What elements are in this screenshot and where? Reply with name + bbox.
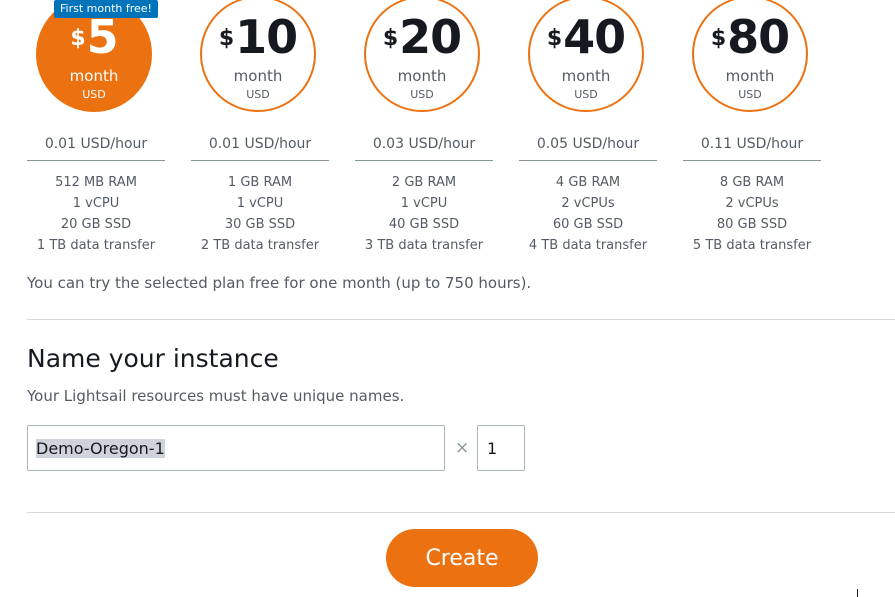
plan-option-40[interactable]: $40 month USD 0.05 USD/hour 4 GB RAM 2 v… [519, 0, 657, 256]
instance-plan-page: $5 month USD First month free! 0.01 USD/… [0, 0, 895, 597]
ssd-spec: 60 GB SSD [552, 217, 624, 232]
price-period: month [561, 67, 611, 85]
free-month-badge: First month free! [54, 0, 158, 18]
plan-specs: 512 MB RAM 1 vCPU 20 GB SSD 1 TB data tr… [27, 172, 165, 256]
currency-symbol: $ [218, 26, 234, 51]
currency-symbol: $ [546, 26, 562, 51]
price-unit: USD [410, 88, 434, 101]
plan-option-10[interactable]: $10 month USD 0.01 USD/hour 1 GB RAM 1 v… [191, 0, 329, 256]
plan-circle-wrap: $80 month USD [683, 0, 821, 118]
plan-specs: 1 GB RAM 1 vCPU 30 GB SSD 2 TB data tran… [191, 172, 329, 256]
plan-specs: 2 GB RAM 1 vCPU 40 GB SSD 3 TB data tran… [355, 172, 493, 256]
hourly-rate: 0.03 USD/hour [355, 134, 493, 161]
free-trial-note: You can try the selected plan free for o… [27, 274, 532, 292]
instance-name-input[interactable] [27, 425, 445, 471]
multiplier-sign: × [455, 438, 470, 458]
section-divider [27, 512, 895, 513]
price-period: month [397, 67, 447, 85]
transfer-spec: 1 TB data transfer [36, 238, 156, 253]
price-unit: USD [574, 88, 598, 101]
ssd-spec: 40 GB SSD [388, 217, 460, 232]
price-amount: 80 [727, 10, 790, 64]
cpu-spec: 1 vCPU [236, 196, 284, 211]
plan-price: $5 [38, 14, 150, 60]
plan-option-20[interactable]: $20 month USD 0.03 USD/hour 2 GB RAM 1 v… [355, 0, 493, 256]
price-unit: USD [246, 88, 270, 101]
ram-spec: 1 GB RAM [227, 175, 293, 190]
create-button[interactable]: Create [386, 529, 538, 587]
ram-spec: 2 GB RAM [391, 175, 457, 190]
price-period: month [233, 67, 283, 85]
plan-specs: 8 GB RAM 2 vCPUs 80 GB SSD 5 TB data tra… [683, 172, 821, 256]
plan-circle[interactable]: $40 month USD [528, 0, 644, 112]
transfer-spec: 4 TB data transfer [528, 238, 648, 253]
price-amount: 10 [235, 10, 298, 64]
plan-price: $40 [530, 14, 642, 60]
plan-circle[interactable]: $20 month USD [364, 0, 480, 112]
hourly-rate: 0.05 USD/hour [519, 134, 657, 161]
price-unit: USD [82, 88, 106, 101]
price-amount: 5 [86, 10, 119, 64]
transfer-spec: 2 TB data transfer [200, 238, 320, 253]
plan-specs: 4 GB RAM 2 vCPUs 60 GB SSD 4 TB data tra… [519, 172, 657, 256]
currency-symbol: $ [70, 26, 85, 51]
name-section-title: Name your instance [27, 344, 279, 373]
plan-circle[interactable]: $10 month USD [200, 0, 316, 112]
hourly-rate: 0.11 USD/hour [683, 134, 821, 161]
price-amount: 20 [399, 10, 462, 64]
plan-option-5[interactable]: $5 month USD First month free! 0.01 USD/… [27, 0, 165, 256]
plan-circle-wrap: $5 month USD First month free! [27, 0, 165, 118]
plan-circle-wrap: $40 month USD [519, 0, 657, 118]
price-amount: 40 [563, 10, 626, 64]
cpu-spec: 2 vCPUs [725, 196, 779, 211]
hourly-rate: 0.01 USD/hour [27, 134, 165, 161]
ssd-spec: 30 GB SSD [224, 217, 296, 232]
ram-spec: 8 GB RAM [719, 175, 785, 190]
price-period: month [69, 67, 119, 85]
ram-spec: 4 GB RAM [555, 175, 621, 190]
hourly-rate: 0.01 USD/hour [191, 134, 329, 161]
plan-option-80[interactable]: $80 month USD 0.11 USD/hour 8 GB RAM 2 v… [683, 0, 821, 256]
ram-spec: 512 MB RAM [55, 175, 137, 190]
price-unit: USD [738, 88, 762, 101]
transfer-spec: 3 TB data transfer [364, 238, 484, 253]
plan-circle-wrap: $10 month USD [191, 0, 329, 118]
name-section-subtitle: Your Lightsail resources must have uniqu… [27, 387, 405, 405]
plan-price: $20 [366, 14, 478, 60]
plan-circle-wrap: $20 month USD [355, 0, 493, 118]
plan-circle[interactable]: $80 month USD [692, 0, 808, 112]
plan-price: $80 [694, 14, 806, 60]
cpu-spec: 1 vCPU [400, 196, 448, 211]
section-divider [27, 319, 895, 320]
plan-price: $10 [202, 14, 314, 60]
instance-count-input[interactable] [477, 425, 525, 471]
transfer-spec: 5 TB data transfer [692, 238, 812, 253]
cpu-spec: 1 vCPU [72, 196, 120, 211]
text-cursor [857, 589, 858, 597]
ssd-spec: 20 GB SSD [60, 217, 132, 232]
currency-symbol: $ [710, 26, 726, 51]
cpu-spec: 2 vCPUs [561, 196, 615, 211]
price-period: month [725, 67, 775, 85]
currency-symbol: $ [382, 26, 398, 51]
ssd-spec: 80 GB SSD [716, 217, 788, 232]
